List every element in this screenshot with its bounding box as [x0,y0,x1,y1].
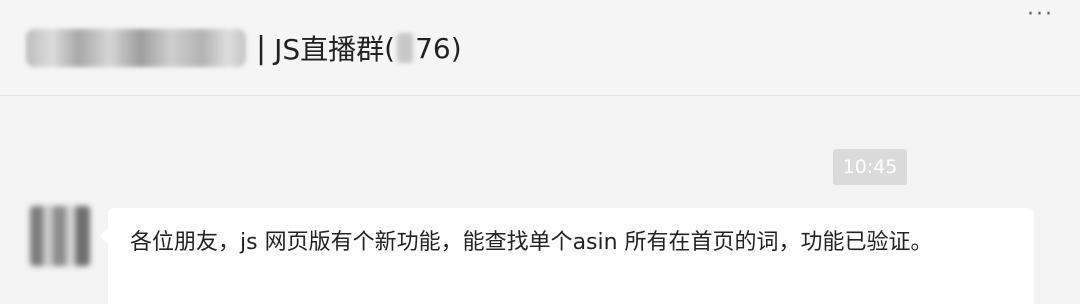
group-name[interactable]: JS直播群 [274,28,384,68]
open-paren: ( [384,31,396,65]
chat-title: | JS直播群 ( 76) [26,24,462,72]
blurred-sender-name [26,29,246,67]
message-timestamp: 10:45 [833,149,907,185]
chat-header: | JS直播群 ( 76) ··· [0,0,1080,96]
message-text: 各位朋友，js 网页版有个新功能，能查找单个asin 所有在首页的词，功能已验证… [130,230,933,255]
member-count: 76) [415,31,462,65]
avatar[interactable] [30,206,90,266]
message-bubble[interactable]: 各位朋友，js 网页版有个新功能，能查找单个asin 所有在首页的词，功能已验证… [100,208,1034,304]
title-separator: | [256,30,267,66]
blurred-count-digit [397,33,414,63]
more-dots-icon[interactable]: ··· [1027,2,1054,27]
